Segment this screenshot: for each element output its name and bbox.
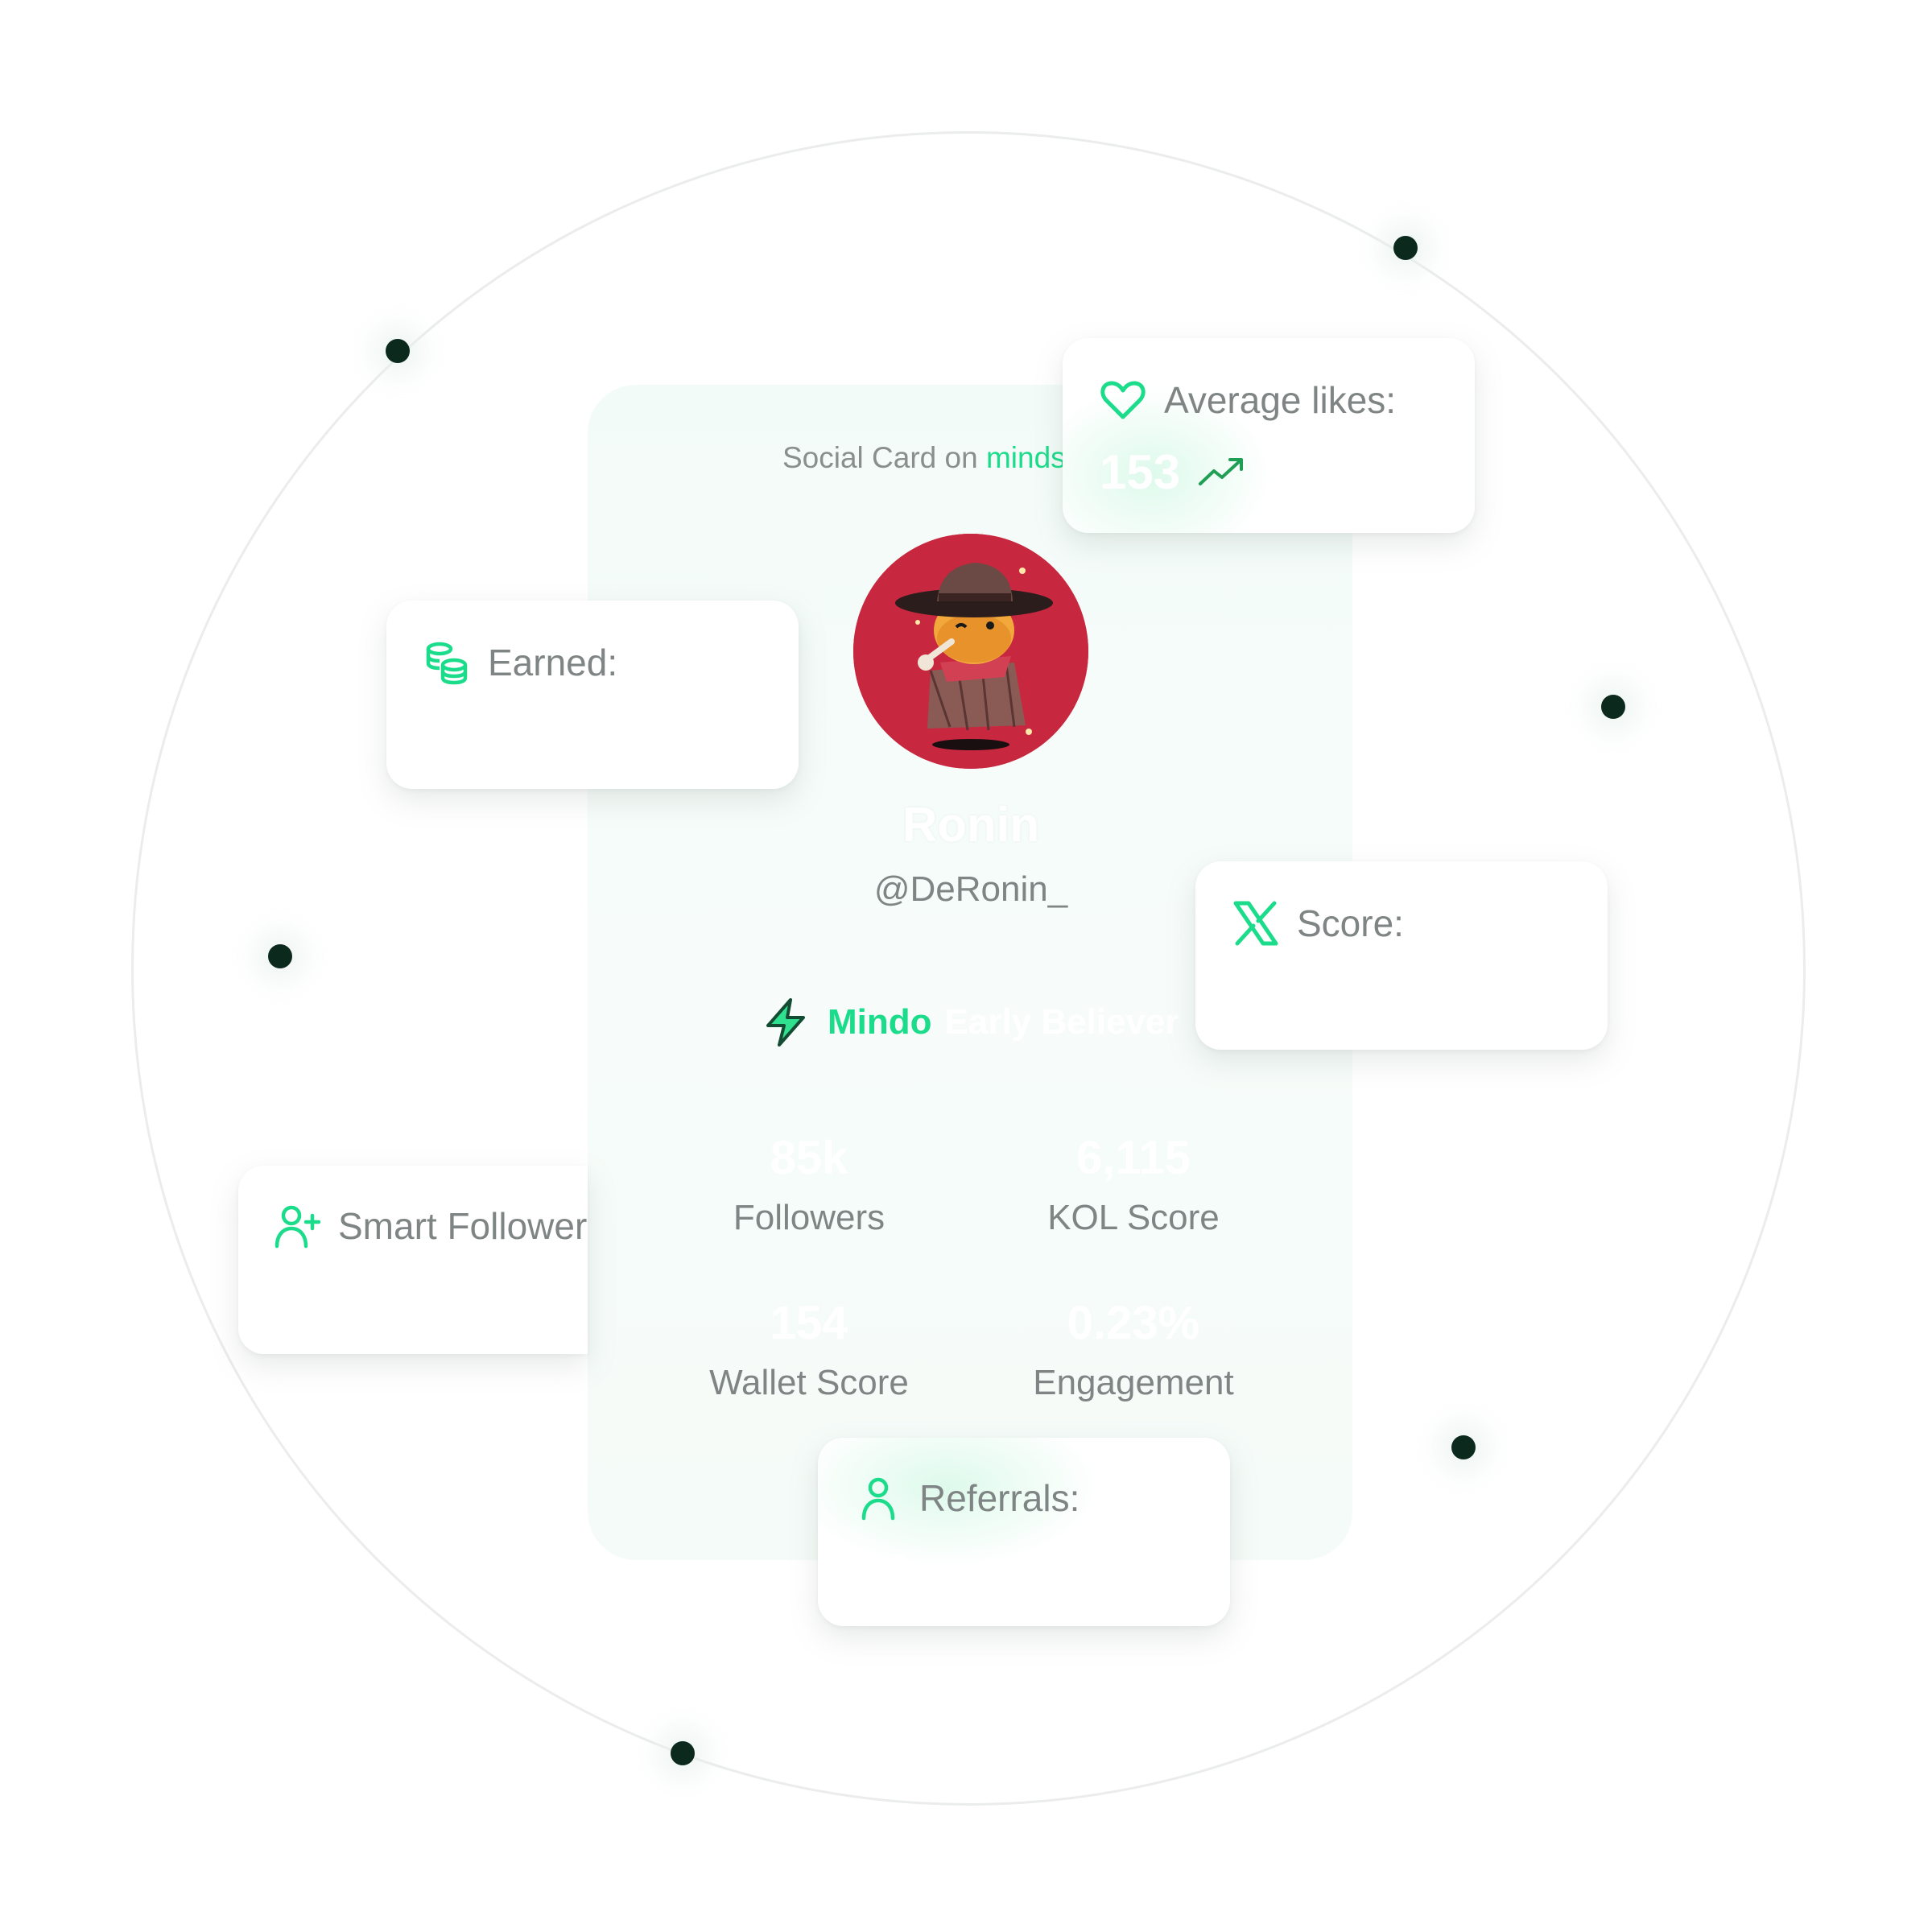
stat-followers-value: 85k: [770, 1132, 848, 1184]
stat-engagement-label: Engagement: [1033, 1363, 1234, 1402]
x-score-card: Score: 67: [1195, 861, 1608, 1050]
user-plus-icon: [275, 1205, 320, 1249]
stat-kol-score-value: 6,115: [1076, 1132, 1191, 1184]
profile-handle: @DeRonin_: [873, 869, 1068, 909]
trending-up-icon: [1199, 457, 1244, 485]
average-likes-label: Average likes:: [1164, 379, 1397, 421]
average-likes-value: 153: [1100, 445, 1181, 499]
earned-card: Earned: $126: [386, 601, 799, 789]
stage: Social Card on minds Ronin @DeRonin_ Min…: [0, 0, 1932, 1932]
coins-icon: [426, 642, 468, 685]
x-score-label: Score:: [1297, 902, 1404, 944]
earned-label: Earned:: [488, 642, 618, 683]
referrals-label: Referrals:: [919, 1477, 1080, 1519]
user-icon: [861, 1477, 895, 1521]
profile-name: Ronin: [902, 798, 1039, 852]
smart-followers-card: Smart Followers: [238, 1166, 588, 1354]
decor-dot: [386, 339, 410, 363]
referrals-card: Referrals: 24: [818, 1438, 1230, 1626]
decor-dot: [1601, 695, 1625, 719]
x-logo-icon: [1233, 901, 1278, 946]
decor-dot: [1451, 1435, 1476, 1459]
stat-engagement-value: 0.23%: [1067, 1297, 1200, 1349]
stat-wallet-score-label: Wallet Score: [709, 1363, 909, 1402]
social-card-heading: Social Card on minds: [782, 441, 1066, 475]
heart-icon: [1100, 381, 1146, 419]
stat-kol-score-label: KOL Score: [1047, 1198, 1220, 1237]
badge-row: Mindo Early Believer: [763, 994, 1179, 1051]
badge-title: Early Believer: [944, 1002, 1179, 1042]
decor-dot: [268, 944, 292, 968]
x-score-value: 67: [1232, 968, 1286, 1022]
badge-brand: Mindo: [828, 1002, 932, 1042]
decor-dot: [1393, 236, 1418, 260]
smart-followers-label: Smart Followers: [338, 1205, 588, 1247]
cowboy-mascot-image: [853, 534, 1088, 769]
avatar: [853, 534, 1088, 769]
stat-followers-label: Followers: [733, 1198, 886, 1237]
average-likes-card: Average likes: 153: [1063, 338, 1475, 533]
heading-prefix: Social Card on: [782, 441, 978, 474]
heading-brand-link[interactable]: minds: [986, 441, 1066, 474]
decor-dot: [671, 1741, 695, 1765]
earned-value: $126: [438, 712, 546, 766]
referrals-value: 24: [855, 1545, 909, 1599]
stat-wallet-score-value: 154: [770, 1297, 848, 1349]
bolt-icon: [766, 998, 805, 1046]
